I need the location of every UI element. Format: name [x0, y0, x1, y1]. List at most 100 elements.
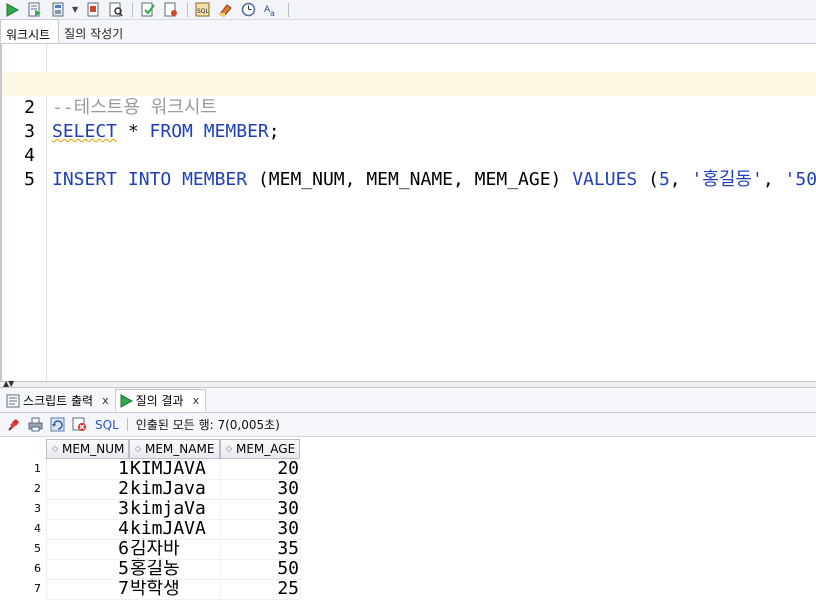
- grid-line: [45, 519, 300, 520]
- grid-line: [45, 599, 300, 600]
- cell-mem-name[interactable]: 김자바: [130, 539, 220, 559]
- cell-mem-num[interactable]: 5: [46, 559, 129, 579]
- column-header-mem-age[interactable]: ◇ MEM_AGE: [220, 439, 300, 459]
- table-row[interactable]: 6 5 홍길농 50: [0, 559, 300, 579]
- code-line-5: 5: [2, 144, 816, 190]
- toolbar-separator: [288, 2, 290, 17]
- tab-query-builder[interactable]: 질의 작성기: [59, 19, 131, 43]
- commit-icon[interactable]: [49, 2, 66, 18]
- row-number: 1: [34, 462, 41, 475]
- table-row[interactable]: 4 4 kimJAVA 30: [0, 519, 300, 539]
- cell-mem-name[interactable]: 박학생: [130, 579, 220, 599]
- history-icon[interactable]: [240, 2, 257, 18]
- grid-line: [45, 559, 300, 560]
- tab-query-result[interactable]: 질의 결과 x: [114, 389, 207, 412]
- sql-tuning-icon[interactable]: SQL: [194, 2, 211, 18]
- svg-text:SQL: SQL: [197, 8, 210, 15]
- grid-line: [300, 459, 301, 599]
- format-icon[interactable]: Aa: [263, 2, 280, 18]
- row-number: 3: [34, 502, 41, 515]
- cell-mem-name[interactable]: kimJAVA: [130, 519, 220, 539]
- tab-label: 질의 결과: [135, 394, 184, 408]
- grid-line: [45, 479, 300, 480]
- row-number: 5: [34, 542, 41, 555]
- refresh-icon[interactable]: [49, 417, 66, 433]
- cancel-query-icon[interactable]: [71, 417, 88, 433]
- grid-line: [45, 579, 300, 580]
- toolbar-separator: [132, 2, 134, 17]
- panel-splitter[interactable]: ▲▼: [0, 379, 816, 388]
- run-script-icon[interactable]: [26, 2, 43, 18]
- query-result-icon: [119, 393, 133, 408]
- table-row[interactable]: 5 6 김자바 35: [0, 539, 300, 559]
- table-row[interactable]: 3 3 kimjaVa 30: [0, 499, 300, 519]
- sort-arrows-icon: ◇: [51, 444, 59, 453]
- cell-mem-age[interactable]: 30: [220, 499, 299, 519]
- row-number: 7: [34, 582, 41, 595]
- code-line-4: 4 INSERT INTO MEMBER (MEM_NUM, MEM_NAME,…: [2, 120, 816, 190]
- toolbar-separator: [187, 2, 189, 17]
- cell-mem-age[interactable]: 30: [220, 479, 299, 499]
- result-grid[interactable]: ◇ MEM_NUM ◇ MEM_NAME ◇ MEM_AGE 1 1 KIMJAVA …: [0, 437, 816, 613]
- code-line-1: 1 --테스트용 워크시트: [2, 48, 816, 118]
- cell-mem-name[interactable]: KIMJAVA: [130, 459, 220, 479]
- cell-mem-age[interactable]: 30: [220, 519, 299, 539]
- editor-tab-bar: 워크시트 질의 작성기: [0, 19, 816, 44]
- table-row[interactable]: 1 1 KIMJAVA 20: [0, 459, 300, 479]
- svg-text:a: a: [270, 9, 275, 17]
- cell-mem-num[interactable]: 6: [46, 539, 129, 559]
- cell-mem-age[interactable]: 25: [220, 579, 299, 599]
- result-toolbar: SQL 인출된 모든 행: 7(0,005초): [0, 413, 816, 437]
- tab-worksheet[interactable]: 워크시트: [0, 19, 60, 43]
- cell-mem-num[interactable]: 4: [46, 519, 129, 539]
- grid-line: [45, 539, 300, 540]
- toolbar-separator: [126, 418, 128, 431]
- script-output-icon: [6, 394, 20, 408]
- clear-icon[interactable]: [217, 2, 234, 18]
- sort-arrows-icon: ◇: [134, 444, 142, 453]
- cell-mem-num[interactable]: 3: [46, 499, 129, 519]
- dropdown-arrow-icon[interactable]: ▼: [72, 5, 78, 14]
- pin-icon[interactable]: [5, 417, 22, 433]
- cell-mem-age[interactable]: 20: [220, 459, 299, 479]
- sort-arrows-icon: ◇: [225, 444, 233, 453]
- autotrace-icon[interactable]: [84, 2, 101, 18]
- tab-label: 스크립트 출력: [23, 394, 94, 408]
- cell-mem-age[interactable]: 50: [220, 559, 299, 579]
- column-header-mem-num[interactable]: ◇ MEM_NUM: [46, 439, 129, 459]
- table-row[interactable]: 7 7 박학생 25: [0, 579, 300, 599]
- cell-mem-num[interactable]: 7: [46, 579, 129, 599]
- column-header-label: MEM_AGE: [236, 442, 296, 456]
- column-header-mem-name[interactable]: ◇ MEM_NAME: [129, 439, 220, 459]
- line-number: 5: [24, 169, 35, 190]
- print-icon[interactable]: [27, 417, 44, 433]
- sql-editor[interactable]: 1 --테스트용 워크시트 2 SELECT * FROM MEMBER; 3 …: [0, 44, 816, 381]
- rollback-icon[interactable]: [162, 2, 179, 18]
- worksheet-toolbar: ▼ SQL Aa: [0, 0, 816, 20]
- table-row[interactable]: 2 2 kimJava 30: [0, 479, 300, 499]
- row-number: 6: [34, 562, 41, 575]
- cell-mem-name[interactable]: kimjaVa: [130, 499, 220, 519]
- column-header-label: MEM_NUM: [62, 442, 125, 456]
- row-number: 2: [34, 482, 41, 495]
- cell-mem-num[interactable]: 1: [46, 459, 129, 479]
- close-tab-button[interactable]: x: [193, 394, 200, 407]
- cell-mem-name[interactable]: kimJava: [130, 479, 220, 499]
- run-statement-icon[interactable]: [3, 2, 20, 18]
- row-number: 4: [34, 522, 41, 535]
- collapse-arrows-icon[interactable]: ▲▼: [3, 379, 14, 388]
- sql-statement-insert: INSERT INTO MEMBER (MEM_NUM, MEM_NAME, M…: [52, 169, 816, 190]
- code-line-3: 3: [2, 96, 816, 142]
- grid-line: [45, 499, 300, 500]
- explain-plan-icon[interactable]: [107, 2, 124, 18]
- code-line-2: 2 SELECT * FROM MEMBER;: [2, 72, 816, 142]
- fetch-status: 인출된 모든 행: 7(0,005초): [135, 418, 280, 432]
- tab-script-output[interactable]: 스크립트 출력 x: [3, 389, 115, 412]
- sql-link[interactable]: SQL: [95, 418, 119, 432]
- cell-mem-num[interactable]: 2: [46, 479, 129, 499]
- cell-mem-age[interactable]: 35: [220, 539, 299, 559]
- commit-check-icon[interactable]: [139, 2, 156, 18]
- cell-mem-name[interactable]: 홍길농: [130, 559, 220, 579]
- result-tab-bar: 스크립트 출력 x 질의 결과 x: [0, 388, 816, 413]
- close-tab-button[interactable]: x: [102, 394, 109, 407]
